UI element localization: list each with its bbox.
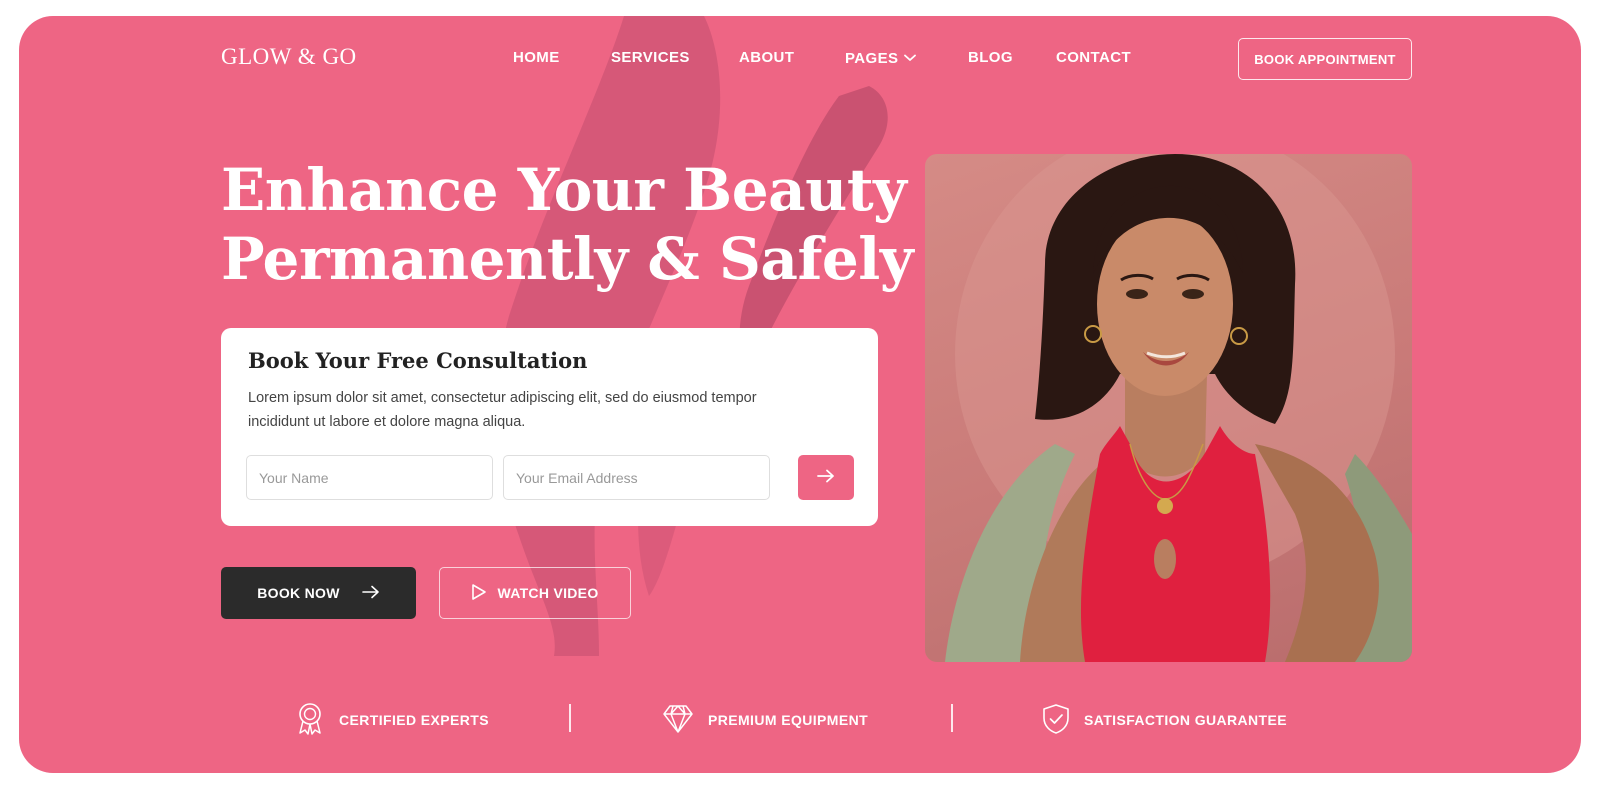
chevron-down-icon	[904, 49, 917, 66]
watch-video-label: WATCH VIDEO	[497, 585, 599, 601]
arrow-right-icon	[361, 585, 380, 602]
consultation-description: Lorem ipsum dolor sit amet, consectetur …	[248, 390, 757, 430]
nav-item-services[interactable]: SERVICES	[611, 49, 690, 66]
shield-check-icon	[1042, 703, 1070, 738]
book-now-label: BOOK NOW	[257, 585, 340, 601]
hero-section: GLOW & GO HOME SERVICES ABOUT PAGES BLOG…	[19, 16, 1581, 773]
headline-line-2: Permanently & Safely	[221, 225, 914, 293]
feature-premium-equipment: PREMIUM EQUIPMENT	[662, 702, 868, 738]
book-now-button[interactable]: BOOK NOW	[221, 567, 416, 619]
feature-divider	[951, 704, 953, 732]
portrait-illustration	[945, 154, 1412, 662]
feature-satisfaction-guarantee: SATISFACTION GUARANTEE	[1042, 702, 1287, 738]
award-ribbon-icon	[295, 702, 325, 739]
consultation-submit-button[interactable]	[798, 455, 854, 500]
consultation-card: Book Your Free Consultation Lorem ipsum …	[221, 328, 878, 526]
name-input[interactable]	[246, 455, 493, 500]
logo[interactable]: GLOW & GO	[221, 44, 357, 70]
nav-item-contact[interactable]: CONTACT	[1056, 49, 1131, 66]
arrow-right-icon	[817, 469, 835, 486]
email-input[interactable]	[503, 455, 770, 500]
nav-item-pages-label: PAGES	[845, 50, 899, 67]
diamond-icon	[662, 704, 694, 737]
feature-label: SATISFACTION GUARANTEE	[1084, 712, 1287, 728]
headline-line-1: Enhance Your Beauty	[221, 156, 907, 224]
play-icon	[471, 583, 487, 604]
nav-item-pages[interactable]: PAGES	[845, 49, 917, 67]
nav-item-home[interactable]: HOME	[513, 49, 560, 66]
feature-divider	[569, 704, 571, 732]
feature-label: CERTIFIED EXPERTS	[339, 712, 489, 728]
book-appointment-button[interactable]: BOOK APPOINTMENT	[1238, 38, 1412, 80]
nav-item-about[interactable]: ABOUT	[739, 49, 794, 66]
watch-video-button[interactable]: WATCH VIDEO	[439, 567, 631, 619]
hero-headline: Enhance Your Beauty Permanently & Safely	[221, 156, 914, 294]
nav-item-blog[interactable]: BLOG	[968, 49, 1013, 66]
hero-portrait-image	[925, 154, 1412, 662]
feature-label: PREMIUM EQUIPMENT	[708, 712, 869, 728]
feature-certified-experts: CERTIFIED EXPERTS	[295, 702, 489, 738]
consultation-title: Book Your Free Consultation	[248, 348, 588, 373]
